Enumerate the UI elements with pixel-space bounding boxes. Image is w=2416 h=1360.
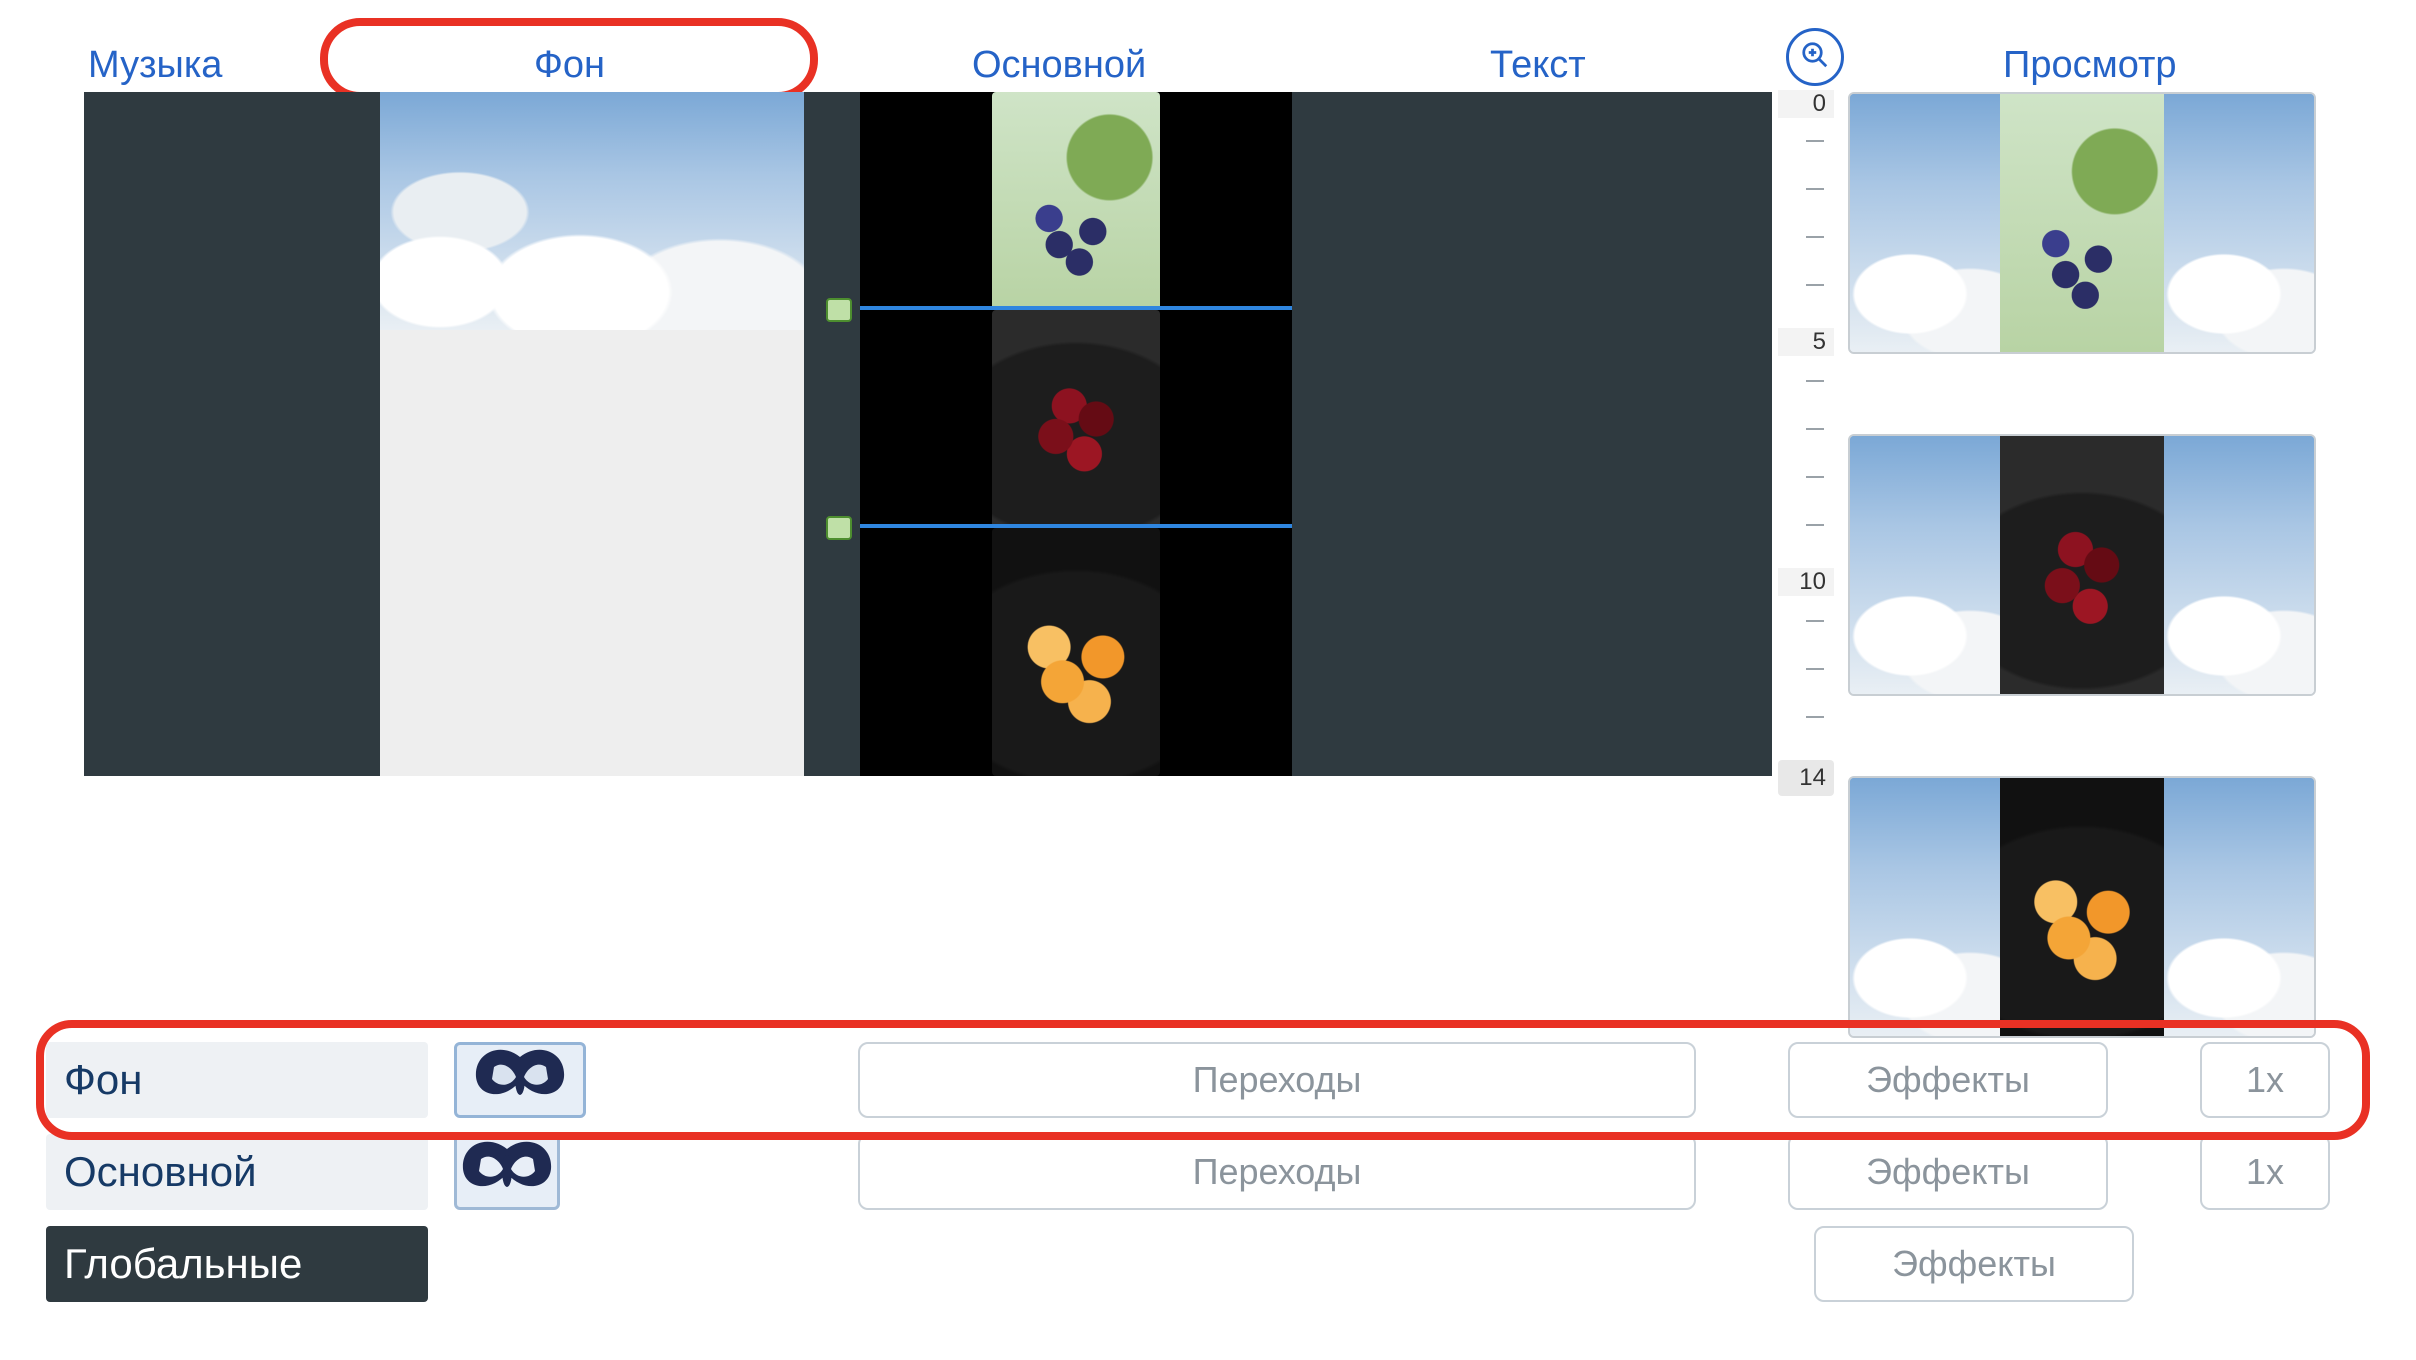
ruler-mark-0: 0 xyxy=(1778,90,1834,118)
background-clip-clouds[interactable] xyxy=(380,92,804,330)
tab-text[interactable]: Текст xyxy=(1490,44,1586,87)
tab-preview[interactable]: Просмотр xyxy=(2003,44,2177,87)
layer-row-background: Фон Переходы Эффекты 1x xyxy=(46,1034,2330,1126)
speed-button-main[interactable]: 1x xyxy=(2200,1134,2330,1210)
preview-thumb-oranges xyxy=(2000,778,2164,1036)
tab-background[interactable]: Фон xyxy=(534,44,605,87)
clip-handle-2[interactable] xyxy=(826,516,852,540)
ruler-mark-5: 5 xyxy=(1778,328,1834,356)
timeline-gap-1 xyxy=(804,92,860,776)
timeline-ruler: 0 5 10 14 xyxy=(1772,92,1834,776)
clip-thumbnail-oranges xyxy=(992,528,1160,776)
layer-controls: Фон Переходы Эффекты 1x Основной xyxy=(46,1034,2330,1310)
tab-main[interactable]: Основной xyxy=(972,44,1146,87)
timeline-empty-right xyxy=(1292,92,1772,776)
timeline[interactable] xyxy=(84,92,1772,776)
timeline-main-track[interactable] xyxy=(860,92,1292,776)
clip-handle-1[interactable] xyxy=(826,298,852,322)
layer-label-main[interactable]: Основной xyxy=(46,1134,428,1210)
butterfly-icon xyxy=(457,1139,557,1206)
app-root: Музыка Фон Основной Текст Просмотр xyxy=(0,0,2416,92)
background-track-empty xyxy=(380,330,804,776)
preview-frame-2[interactable] xyxy=(1848,434,2316,696)
butterfly-icon xyxy=(470,1047,570,1114)
layer-label-background[interactable]: Фон xyxy=(46,1042,428,1118)
effects-button-main[interactable]: Эффекты xyxy=(1788,1134,2108,1210)
transitions-button-main[interactable]: Переходы xyxy=(858,1134,1696,1210)
main-clip-2[interactable] xyxy=(860,310,1292,528)
preview-thumb-cherries xyxy=(2000,436,2164,694)
transitions-button-background[interactable]: Переходы xyxy=(858,1042,1696,1118)
ruler-mark-end: 14 xyxy=(1778,760,1834,796)
preview-frame-1[interactable] xyxy=(1848,92,2316,354)
effects-button-global[interactable]: Эффекты xyxy=(1814,1226,2134,1302)
clip-thumbnail-grapes xyxy=(992,92,1160,310)
preview-thumb-grapes xyxy=(2000,94,2164,352)
magnifier-plus-icon xyxy=(1800,40,1830,75)
layer-style-button-background[interactable] xyxy=(454,1042,586,1118)
speed-button-background[interactable]: 1x xyxy=(2200,1042,2330,1118)
layer-row-global: Глобальные Эффекты xyxy=(46,1218,2330,1310)
main-clip-1[interactable] xyxy=(860,92,1292,310)
timeline-empty-left xyxy=(84,92,380,776)
layer-label-global[interactable]: Глобальные xyxy=(46,1226,428,1302)
clip-thumbnail-cherries xyxy=(992,310,1160,528)
tab-bar: Музыка Фон Основной Текст Просмотр xyxy=(0,0,2416,92)
ruler-mark-10: 10 xyxy=(1778,568,1834,596)
zoom-button[interactable] xyxy=(1786,28,1844,86)
timeline-background-track[interactable] xyxy=(380,92,804,776)
layer-style-button-main[interactable] xyxy=(454,1134,560,1210)
layer-row-main: Основной Переходы Эффекты 1x xyxy=(46,1126,2330,1218)
main-clip-3[interactable] xyxy=(860,528,1292,776)
effects-button-background[interactable]: Эффекты xyxy=(1788,1042,2108,1118)
preview-frame-3[interactable] xyxy=(1848,776,2316,1038)
preview-column xyxy=(1848,92,2316,1118)
tab-music[interactable]: Музыка xyxy=(88,44,222,87)
